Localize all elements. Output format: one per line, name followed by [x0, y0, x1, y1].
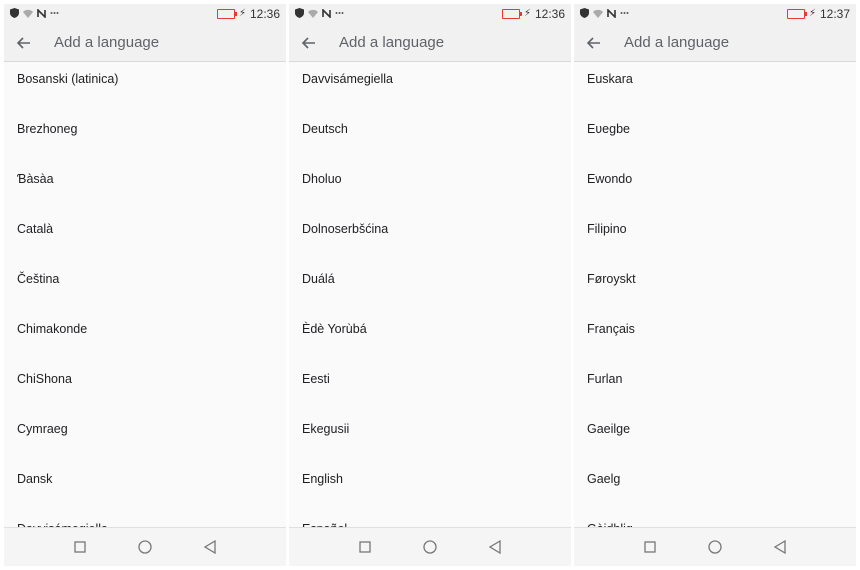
- shield-icon: [10, 8, 19, 18]
- recents-square-icon[interactable]: [642, 539, 658, 555]
- battery-low-icon: [216, 9, 237, 19]
- language-list[interactable]: Euskara Eʋegbe Ewondo Filipino Føroyskt …: [574, 62, 856, 528]
- recents-square-icon[interactable]: [357, 539, 373, 555]
- phone-screen-2: ⚡ 12:36 Add a language Davvisámegiella D…: [289, 4, 571, 566]
- language-item[interactable]: Davvisámegiella: [302, 64, 561, 94]
- language-item[interactable]: Chimakonde: [17, 314, 276, 344]
- shield-icon: [580, 8, 589, 18]
- phone-screen-1: ⚡ 12:36 Add a language Bosanski (latinic…: [4, 4, 286, 566]
- language-item[interactable]: Èdè Yorùbá: [302, 314, 561, 344]
- language-item[interactable]: Eʋegbe: [587, 114, 846, 144]
- language-item[interactable]: Deutsch: [302, 114, 561, 144]
- language-item[interactable]: Eesti: [302, 364, 561, 394]
- language-item[interactable]: Ɓàsàa: [17, 164, 276, 194]
- language-item[interactable]: Dansk: [17, 464, 276, 494]
- battery-low-icon: [501, 9, 522, 19]
- page-title: Add a language: [339, 34, 445, 51]
- phone-screen-3: ⚡ 12:37 Add a language Euskara Eʋegbe Ew…: [574, 4, 856, 566]
- wifi-icon: [308, 9, 318, 18]
- home-circle-icon[interactable]: [707, 539, 723, 555]
- language-item[interactable]: English: [302, 464, 561, 494]
- back-triangle-icon[interactable]: [487, 539, 503, 555]
- status-bar: ⚡ 12:36: [289, 4, 571, 24]
- language-list[interactable]: Davvisámegiella Deutsch Dholuo Dolnoserb…: [289, 62, 571, 528]
- nfc-icon: [607, 8, 616, 18]
- language-item[interactable]: Brezhoneg: [17, 114, 276, 144]
- language-item[interactable]: Filipino: [587, 214, 846, 244]
- app-bar: Add a language: [289, 24, 571, 62]
- language-item[interactable]: Ewondo: [587, 164, 846, 194]
- status-time: 12:36: [249, 7, 280, 21]
- nfc-icon: [37, 8, 46, 18]
- wifi-icon: [23, 9, 33, 18]
- charging-bolt-icon: ⚡: [808, 8, 816, 19]
- app-bar: Add a language: [4, 24, 286, 62]
- arrow-back-icon[interactable]: [14, 33, 34, 53]
- more-dots-icon: [335, 12, 344, 14]
- status-bar: ⚡ 12:37: [574, 4, 856, 24]
- language-item[interactable]: Dholuo: [302, 164, 561, 194]
- language-list[interactable]: Bosanski (latinica) Brezhoneg Ɓàsàa Cata…: [4, 62, 286, 528]
- arrow-back-icon[interactable]: [584, 33, 604, 53]
- charging-bolt-icon: ⚡: [238, 8, 246, 19]
- language-item[interactable]: Davvisámegiella: [17, 514, 276, 528]
- language-item[interactable]: Català: [17, 214, 276, 244]
- back-triangle-icon[interactable]: [772, 539, 788, 555]
- language-item[interactable]: Gàidhlig: [587, 514, 846, 528]
- navigation-bar: [289, 527, 571, 566]
- language-item[interactable]: Čeština: [17, 264, 276, 294]
- navigation-bar: [574, 527, 856, 566]
- battery-low-icon: [786, 9, 807, 19]
- status-bar: ⚡ 12:36: [4, 4, 286, 24]
- language-item[interactable]: ChiShona: [17, 364, 276, 394]
- more-dots-icon: [50, 12, 59, 14]
- language-item[interactable]: Bosanski (latinica): [17, 64, 276, 94]
- wifi-icon: [593, 9, 603, 18]
- navigation-bar: [4, 527, 286, 566]
- language-item[interactable]: Euskara: [587, 64, 846, 94]
- language-item[interactable]: Gaeilge: [587, 414, 846, 444]
- language-item[interactable]: Gaelg: [587, 464, 846, 494]
- language-item[interactable]: Español: [302, 514, 561, 528]
- nfc-icon: [322, 8, 331, 18]
- language-item[interactable]: Cymraeg: [17, 414, 276, 444]
- app-bar: Add a language: [574, 24, 856, 62]
- arrow-back-icon[interactable]: [299, 33, 319, 53]
- page-title: Add a language: [624, 34, 730, 51]
- charging-bolt-icon: ⚡: [523, 8, 531, 19]
- page-title: Add a language: [54, 34, 160, 51]
- language-item[interactable]: Føroyskt: [587, 264, 846, 294]
- recents-square-icon[interactable]: [72, 539, 88, 555]
- home-circle-icon[interactable]: [137, 539, 153, 555]
- home-circle-icon[interactable]: [422, 539, 438, 555]
- status-time: 12:36: [534, 7, 565, 21]
- shield-icon: [295, 8, 304, 18]
- language-item[interactable]: Duálá: [302, 264, 561, 294]
- more-dots-icon: [620, 12, 629, 14]
- language-item[interactable]: Furlan: [587, 364, 846, 394]
- status-time: 12:37: [819, 7, 850, 21]
- language-item[interactable]: Ekegusii: [302, 414, 561, 444]
- language-item[interactable]: Français: [587, 314, 846, 344]
- language-item[interactable]: Dolnoserbšćina: [302, 214, 561, 244]
- back-triangle-icon[interactable]: [202, 539, 218, 555]
